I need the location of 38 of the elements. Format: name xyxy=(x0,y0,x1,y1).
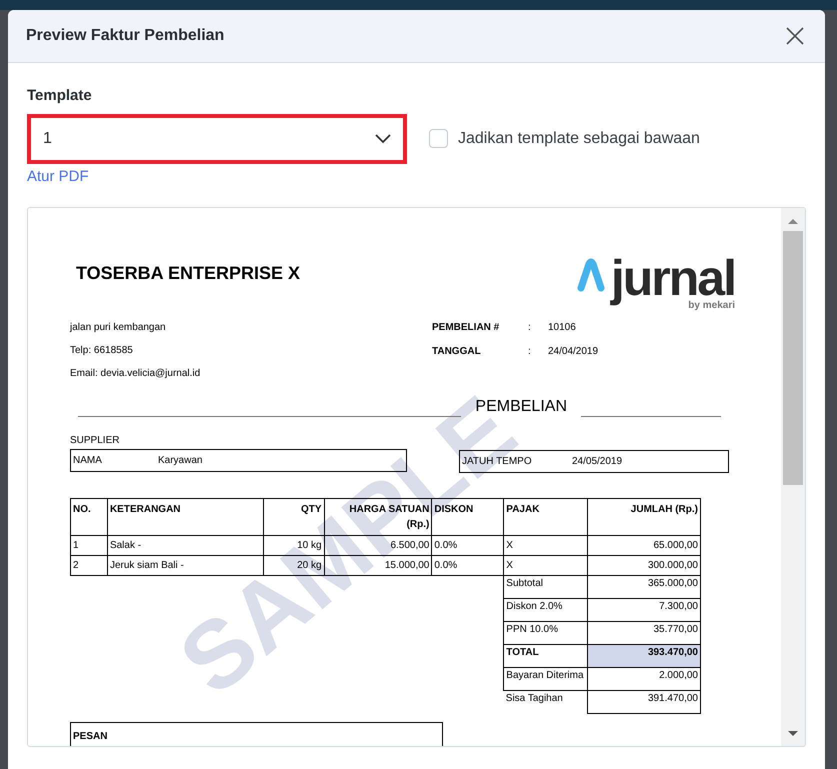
due-date: 24/05/2019 xyxy=(572,455,622,469)
scroll-down-icon[interactable] xyxy=(787,730,799,738)
scrollbar[interactable] xyxy=(781,208,805,746)
summary-value: 391.470,00 xyxy=(588,690,700,714)
meta-label: PEMBELIAN # xyxy=(432,321,500,335)
dialog-title: Preview Faktur Pembelian xyxy=(26,26,224,46)
summary-value: 7.300,00 xyxy=(588,598,700,622)
summary-label: Sisa Tagihan xyxy=(504,690,588,714)
column-header: NO. xyxy=(70,498,108,536)
meta-value: 10106 xyxy=(548,321,576,335)
address-line: Email: devia.velicia@jurnal.id xyxy=(70,367,202,381)
supplier-name-label: NAMA xyxy=(73,454,103,468)
logo-mark-icon xyxy=(576,258,605,292)
checkbox[interactable] xyxy=(429,129,448,148)
table-cell: 65.000,00 xyxy=(588,536,700,556)
close-icon xyxy=(785,26,805,46)
template-select[interactable]: 1 xyxy=(27,114,407,164)
pdf-settings-link[interactable]: Atur PDF xyxy=(27,166,89,188)
template-label: Template xyxy=(27,86,93,106)
summary-value: 365.000,00 xyxy=(588,576,700,598)
message-box: PESAN xyxy=(70,722,443,746)
colon: : xyxy=(528,345,532,359)
summary-value: 393.470,00 xyxy=(588,644,700,668)
table-cell: 300.000,00 xyxy=(588,556,700,576)
address-line: jalan puri kembangan xyxy=(70,321,167,335)
table-cell: 1 xyxy=(70,536,108,556)
table-cell: 2 xyxy=(70,556,108,576)
meta-value: 24/04/2019 xyxy=(548,345,598,359)
column-header: JUMLAH (Rp.) xyxy=(588,498,700,536)
chevron-down-icon xyxy=(375,134,391,144)
colon: : xyxy=(528,321,532,335)
scrollbar-thumb[interactable] xyxy=(783,231,803,485)
address-line: Telp: 6618585 xyxy=(70,344,134,358)
summary-value: 2.000,00 xyxy=(588,668,700,690)
checkbox-label: Jadikan template sebagai bawaan xyxy=(458,128,700,148)
scroll-up-icon[interactable] xyxy=(787,217,799,225)
company-name: TOSERBA ENTERPRISE X xyxy=(75,262,300,285)
meta-label: TANGGAL xyxy=(432,345,482,359)
